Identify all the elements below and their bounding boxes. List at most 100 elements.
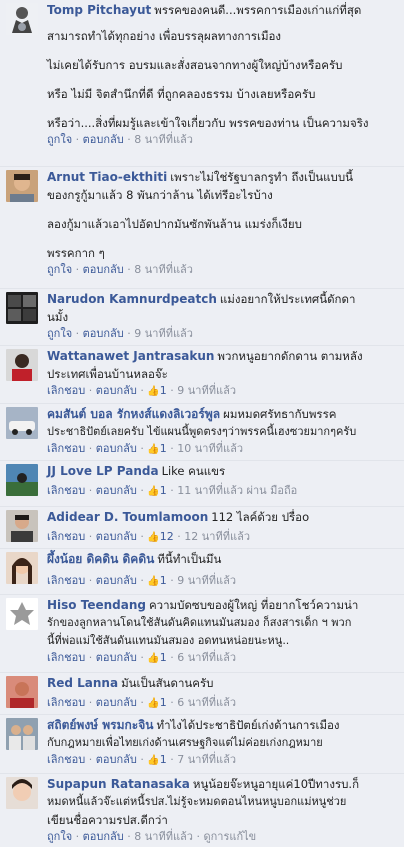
avatar[interactable] — [6, 3, 38, 35]
timestamp[interactable]: 7 นาทีที่แล้ว — [177, 753, 236, 766]
comment-text: พวกหนูอยากดักดาน ตามหลัง — [217, 349, 363, 363]
avatar[interactable] — [6, 598, 38, 630]
unlike-link[interactable]: เลิกชอบ — [47, 484, 85, 497]
avatar[interactable] — [6, 292, 38, 324]
thumbs-up-icon: 👍 — [147, 532, 160, 543]
commenter-name[interactable]: สถิตย์พงษ์ พรมกะจิน — [47, 718, 153, 732]
timestamp[interactable]: 11 นาทีที่แล้ว — [177, 484, 243, 497]
commenter-name[interactable]: Narudon Kamnurdpeatch — [47, 292, 217, 306]
unlike-link[interactable]: เลิกชอบ — [47, 530, 85, 543]
commenter-name[interactable]: Arnut Tiao-ekthiti — [47, 170, 167, 184]
timestamp[interactable]: 10 นาทีที่แล้ว — [177, 442, 243, 455]
commenter-name[interactable]: Hiso Teendang — [47, 598, 146, 612]
comment-meta: ถูกใจ · ตอบกลับ · 8 นาทีที่แล้ว — [47, 133, 193, 146]
comment-text: ประเทศเพื่อนบ้านหลอจ๊ะ — [47, 367, 168, 381]
unlike-link[interactable]: เลิกชอบ — [47, 384, 85, 397]
unlike-link[interactable]: เลิกชอบ — [47, 574, 85, 587]
comment-item: ผึ้งน้อย ดิคดิน ดิคดิน ทีนี้ทำเป็นมึน เลิ… — [0, 549, 404, 595]
comment-item: Supapun Ratanasaka หนูน้อยจ๊ะหนูอายุแค่10… — [0, 774, 404, 847]
like-count[interactable]: 1 — [160, 442, 167, 455]
reply-link[interactable]: ตอบกลับ — [96, 651, 137, 664]
comment-text: นมั้ง — [47, 310, 69, 324]
unlike-link[interactable]: เลิกชอบ — [47, 442, 85, 455]
comment-item: Wattanawet Jantrasakun พวกหนูอยากดักดาน ต… — [0, 346, 404, 404]
commenter-name[interactable]: JJ Love LP Panda — [47, 464, 159, 478]
reply-link[interactable]: ตอบกลับ — [83, 830, 124, 843]
like-link[interactable]: ถูกใจ — [47, 327, 72, 340]
commenter-name[interactable]: ผึ้งน้อย ดิคดิน ดิคดิน — [47, 552, 154, 566]
avatar[interactable] — [6, 349, 38, 381]
commenter-name[interactable]: Supapun Ratanasaka — [47, 777, 190, 791]
comment-item: JJ Love LP Panda Like คนแขร เลิกชอบ · ตอบ… — [0, 461, 404, 507]
timestamp[interactable]: 9 นาทีที่แล้ว — [177, 574, 236, 587]
reply-link[interactable]: ตอบกลับ — [96, 484, 137, 497]
unlike-link[interactable]: เลิกชอบ — [47, 696, 85, 709]
avatar[interactable] — [6, 464, 38, 496]
timestamp[interactable]: 6 นาทีที่แล้ว — [177, 696, 236, 709]
thumbs-up-icon: 👍 — [147, 386, 160, 397]
comment-meta: เลิกชอบ · ตอบกลับ · 👍1 · 10 นาทีที่แล้ว — [47, 441, 400, 458]
commenter-name[interactable]: คมสันต์ บอล รักหงส์แดงลิเวอร์พูล — [47, 407, 220, 421]
reply-link[interactable]: ตอบกลับ — [83, 327, 124, 340]
commenter-name[interactable]: Wattanawet Jantrasakun — [47, 349, 214, 363]
timestamp[interactable]: 8 นาทีที่แล้ว — [134, 133, 193, 146]
commenter-name[interactable]: Tomp Pitchayut — [47, 3, 151, 17]
timestamp[interactable]: 8 นาทีที่แล้ว — [134, 263, 193, 276]
unlike-link[interactable]: เลิกชอบ — [47, 753, 85, 766]
comment-item: Narudon Kamnurdpeatch แม่งอยากให้ประเทศนี… — [0, 289, 404, 346]
comment-text: 112 ไลค์ด้วย ปรื่อo — [211, 510, 310, 524]
commenter-name[interactable]: Adidear D. Toumlamoon — [47, 510, 208, 524]
like-count[interactable]: 1 — [160, 696, 167, 709]
like-link[interactable]: ถูกใจ — [47, 133, 72, 146]
comment-meta: เลิกชอบ · ตอบกลับ · 👍1 · 7 นาทีที่แล้ว — [47, 752, 400, 769]
comment-text: พรรคกาก ๆ — [47, 246, 105, 260]
comment-text: ลองกู้มาแล้วเอาไปอัดปากมันซักพันล้าน แมร… — [47, 217, 302, 231]
comment-item: Red Lanna มันเป็นสันดานครับ เลิกชอบ · ตอบ… — [0, 673, 404, 715]
avatar[interactable] — [6, 718, 38, 750]
avatar[interactable] — [6, 552, 38, 584]
comment-text: ประชาธิปัตย์เลยครับ ไข้แผนนี้พูดตรงๆว่าพ… — [47, 425, 357, 438]
reply-link[interactable]: ตอบกลับ — [96, 442, 137, 455]
reply-link[interactable]: ตอบกลับ — [96, 696, 137, 709]
timestamp[interactable]: 9 นาทีที่แล้ว — [134, 327, 193, 340]
like-count[interactable]: 1 — [160, 574, 167, 587]
reply-link[interactable]: ตอบกลับ — [83, 263, 124, 276]
avatar[interactable] — [6, 676, 38, 708]
unlike-link[interactable]: เลิกชอบ — [47, 651, 85, 664]
timestamp[interactable]: 9 นาทีที่แล้ว — [177, 384, 236, 397]
reply-link[interactable]: ตอบกลับ — [96, 574, 137, 587]
comment-text: ความบัดซบของผู้ใหญ่ ที่อยากโชว์ความน่า — [148, 598, 359, 612]
like-link[interactable]: ถูกใจ — [47, 263, 72, 276]
like-count[interactable]: 1 — [160, 384, 167, 397]
comment-text: แม่งอยากให้ประเทศนี้ดักดา — [219, 292, 356, 306]
thumbs-up-icon: 👍 — [147, 444, 160, 455]
comment-item: Arnut Tiao-ekthiti เพราะไม่ใช่รัฐบาลกรูทำ… — [0, 167, 404, 289]
comment-text: หรือ ไม่มี จิตสำนึกที่ดี ที่ถูกคลองธรรม … — [47, 87, 316, 101]
timestamp[interactable]: 12 นาทีที่แล้ว — [184, 530, 250, 543]
timestamp[interactable]: 8 นาทีที่แล้ว — [134, 830, 193, 843]
avatar[interactable] — [6, 777, 38, 809]
comment-meta: ถูกใจ · ตอบกลับ · 8 นาทีที่แล้ว — [47, 263, 193, 276]
avatar[interactable] — [6, 170, 38, 202]
reply-link[interactable]: ตอบกลับ — [96, 753, 137, 766]
like-count[interactable]: 12 — [160, 530, 174, 543]
thumbs-up-icon: 👍 — [147, 698, 160, 709]
view-edit-link[interactable]: ดูการแก้ไข — [203, 830, 256, 843]
comment-meta: เลิกชอบ · ตอบกลับ · 👍1 · 6 นาทีที่แล้ว — [47, 650, 400, 667]
reply-link[interactable]: ตอบกลับ — [96, 530, 137, 543]
timestamp[interactable]: 6 นาทีที่แล้ว — [177, 651, 236, 664]
commenter-name[interactable]: Red Lanna — [47, 676, 118, 690]
comment-text: ไม่เคยได้รับการ อบรมและสั่งสอนจากทางผู้ใ… — [47, 58, 343, 72]
comment-text: ทีนี้ทำเป็นมึน — [157, 552, 222, 566]
avatar[interactable] — [6, 510, 38, 542]
like-count[interactable]: 1 — [160, 753, 167, 766]
like-count[interactable]: 1 — [160, 651, 167, 664]
comment-meta: เลิกชอบ · ตอบกลับ · 👍1 · 11 นาทีที่แล้ว … — [47, 483, 400, 500]
avatar[interactable] — [6, 407, 38, 439]
like-link[interactable]: ถูกใจ — [47, 830, 72, 843]
reply-link[interactable]: ตอบกลับ — [96, 384, 137, 397]
comment-text: หมดหนี้แล้วจ๊ะแต่หนี้รปส.ไม่รู้จะหมดตอนไ… — [47, 795, 347, 808]
like-count[interactable]: 1 — [160, 484, 167, 497]
reply-link[interactable]: ตอบกลับ — [83, 133, 124, 146]
comment-text: เขียนชื่อความรปส.ดีกว่า — [47, 813, 168, 827]
